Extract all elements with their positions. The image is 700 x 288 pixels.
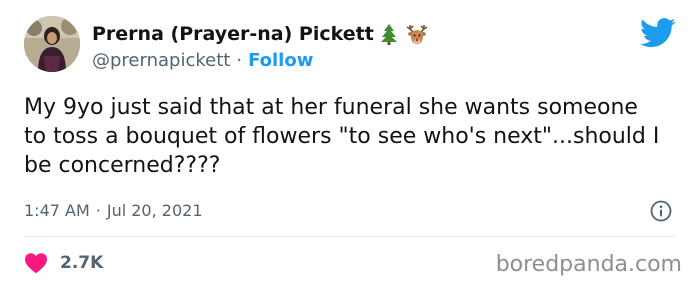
- author-handle[interactable]: @prernapickett: [92, 50, 230, 71]
- evergreen-tree-icon: [380, 23, 398, 45]
- author-display-name[interactable]: Prerna (Prayer-na) Pickett: [92, 23, 374, 45]
- twitter-bird-icon[interactable]: [640, 18, 676, 48]
- watermark: boredpanda.com: [495, 252, 682, 277]
- follow-link[interactable]: Follow: [248, 50, 313, 71]
- handle-separator: ·: [236, 50, 243, 71]
- tweet-date: Jul 20, 2021: [106, 201, 203, 220]
- tweet-time: 1:47 AM: [24, 201, 90, 220]
- like-button[interactable]: 2.7K: [24, 252, 103, 274]
- tweet-text: My 9yo just said that at her funeral she…: [24, 95, 660, 178]
- like-count: 2.7K: [60, 253, 104, 273]
- info-icon[interactable]: [650, 200, 672, 222]
- author-name-row: Prerna (Prayer-na) Pickett: [92, 22, 430, 46]
- timestamp-separator: ·: [95, 201, 101, 220]
- avatar[interactable]: [24, 16, 80, 72]
- tweet-timestamp[interactable]: 1:47 AM · Jul 20, 2021: [24, 201, 203, 220]
- divider: [24, 236, 676, 237]
- heart-icon: [25, 253, 47, 274]
- avatar-photo: [24, 16, 80, 72]
- deer-icon: [404, 23, 430, 45]
- author-handle-row: @prernapickett · Follow: [92, 50, 313, 71]
